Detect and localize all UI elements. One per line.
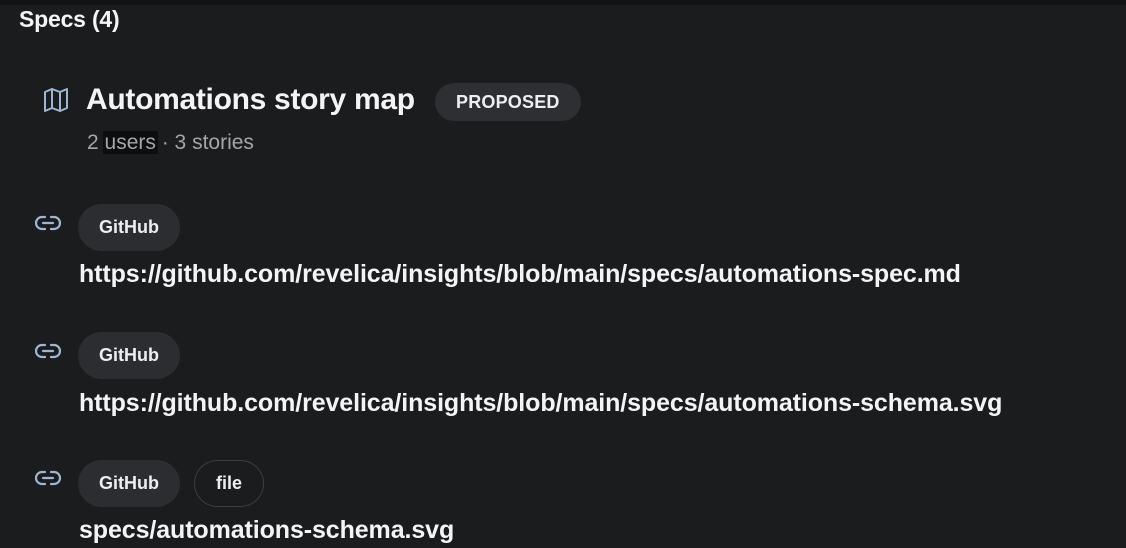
stories-count: · 3 stories <box>161 131 254 154</box>
story-map-meta: 2 users · 3 stories <box>87 131 254 155</box>
type-tag-file: file <box>194 460 265 507</box>
link-url[interactable]: https://github.com/revelica/insights/blo… <box>79 260 961 289</box>
section-title: Specs (4) <box>19 6 120 32</box>
link-icon <box>34 215 62 231</box>
users-label: users <box>102 131 158 154</box>
story-map-title[interactable]: Automations story map <box>86 83 415 117</box>
map-icon <box>44 88 68 112</box>
source-tag-github: GitHub <box>78 332 180 379</box>
link-icon <box>34 343 62 359</box>
status-badge: PROPOSED <box>435 83 581 121</box>
source-tag-github: GitHub <box>78 204 180 251</box>
source-tag-github: GitHub <box>78 460 180 507</box>
link-url[interactable]: https://github.com/revelica/insights/blo… <box>79 389 1002 418</box>
top-divider <box>0 0 1126 5</box>
link-icon <box>34 470 62 486</box>
link-url[interactable]: specs/automations-schema.svg <box>79 516 454 545</box>
users-count: 2 <box>87 131 99 154</box>
